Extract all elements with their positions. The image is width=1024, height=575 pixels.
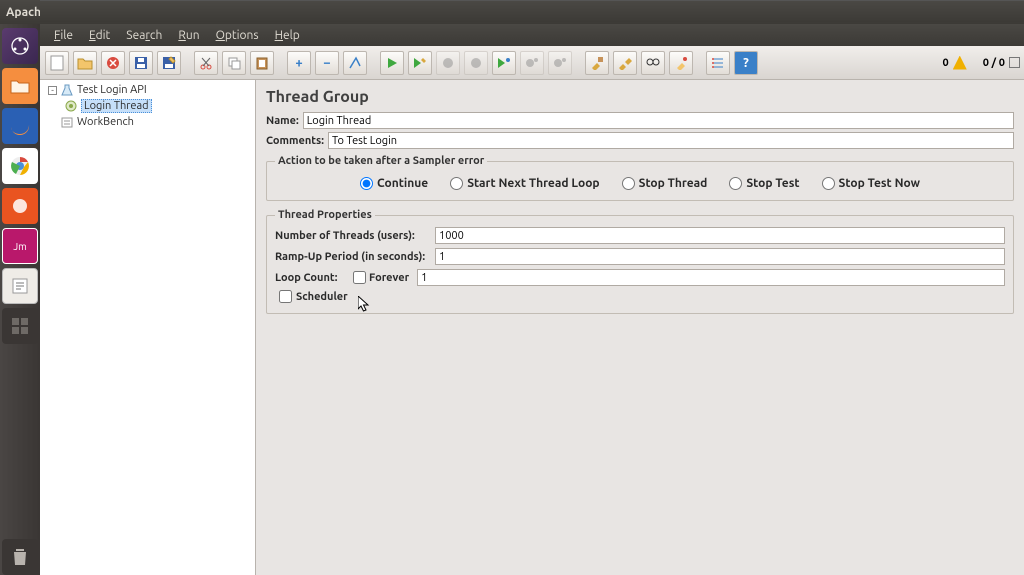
scheduler-checkbox[interactable]: Scheduler [279, 290, 1005, 303]
launcher-chrome[interactable] [2, 148, 38, 184]
close-button[interactable] [101, 51, 125, 75]
name-input[interactable] [303, 112, 1014, 129]
status-errors: 0 [943, 57, 949, 69]
menu-file[interactable]: FFileile [46, 27, 81, 44]
launcher-workspace[interactable] [2, 308, 38, 344]
remote-shutdown-button [548, 51, 572, 75]
comments-label: Comments: [266, 135, 324, 147]
menu-options[interactable]: Options [208, 27, 267, 44]
toolbar: + − ? 0 0 / 0 [40, 46, 1024, 80]
cut-button[interactable] [194, 51, 218, 75]
status-indicator-icon [1009, 57, 1020, 68]
loop-count-label: Loop Count: [275, 272, 353, 284]
collapse-button[interactable]: − [315, 51, 339, 75]
menubar: FFileile Edit Search Run Options Help [40, 24, 1024, 46]
shutdown-button [464, 51, 488, 75]
jmeter-window: FFileile Edit Search Run Options Help + … [40, 24, 1024, 575]
warning-icon [953, 56, 967, 70]
paste-button[interactable] [250, 51, 274, 75]
thread-properties-legend: Thread Properties [275, 209, 375, 221]
toggle-button[interactable] [343, 51, 367, 75]
status-threads: 0 / 0 [983, 57, 1005, 69]
name-label: Name: [266, 115, 299, 127]
open-button[interactable] [73, 51, 97, 75]
remote-start-button[interactable] [492, 51, 516, 75]
launcher-app1[interactable] [2, 188, 38, 224]
search-button[interactable] [641, 51, 665, 75]
workbench-icon [60, 115, 74, 129]
remote-stop-button [520, 51, 544, 75]
launcher-trash[interactable] [2, 539, 38, 575]
tree-toggle-icon[interactable]: - [48, 86, 57, 95]
radio-stop-now[interactable]: Stop Test Now [822, 177, 920, 190]
loop-count-input[interactable] [417, 269, 1005, 286]
expand-button[interactable]: + [287, 51, 311, 75]
launcher-firefox[interactable] [2, 108, 38, 144]
stop-button [436, 51, 460, 75]
function-helper-button[interactable] [706, 51, 730, 75]
run-button[interactable] [380, 51, 404, 75]
copy-button[interactable] [222, 51, 246, 75]
menu-run[interactable]: Run [170, 27, 207, 44]
launcher-text-editor[interactable] [2, 268, 38, 304]
sampler-error-legend: Action to be taken after a Sampler error [275, 155, 487, 167]
menu-edit[interactable]: Edit [81, 27, 118, 44]
num-threads-input[interactable] [435, 227, 1005, 244]
menu-bar-row [40, 0, 1024, 22]
tree-thread-group[interactable]: Login Thread [42, 98, 253, 114]
help-button[interactable]: ? [734, 51, 758, 75]
page-title: Thread Group [266, 88, 1014, 106]
launcher-files[interactable] [2, 68, 38, 104]
tree-workbench-label: WorkBench [77, 116, 134, 128]
save-button[interactable] [129, 51, 153, 75]
thread-properties-group: Thread Properties Number of Threads (use… [266, 209, 1014, 314]
tree-test-plan[interactable]: - Test Login API [42, 82, 253, 98]
comments-input[interactable] [328, 132, 1014, 149]
radio-stop-thread[interactable]: Stop Thread [622, 177, 708, 190]
thread-group-icon [64, 99, 78, 113]
ramp-up-label: Ramp-Up Period (in seconds): [275, 251, 435, 263]
content-split: - Test Login API Login Thread WorkBench … [40, 80, 1024, 575]
sampler-error-group: Action to be taken after a Sampler error… [266, 155, 1014, 201]
tree-root-label: Test Login API [77, 84, 147, 96]
test-plan-tree[interactable]: - Test Login API Login Thread WorkBench [40, 80, 256, 575]
ramp-up-input[interactable] [435, 248, 1005, 265]
tree-workbench[interactable]: WorkBench [42, 114, 253, 130]
num-threads-label: Number of Threads (users): [275, 230, 435, 242]
radio-start-next[interactable]: Start Next Thread Loop [450, 177, 599, 190]
run-no-pause-button[interactable] [408, 51, 432, 75]
launcher-jmeter[interactable]: Jm [2, 228, 38, 264]
launcher-dash[interactable] [2, 28, 38, 64]
flask-icon [60, 83, 74, 97]
menu-help[interactable]: Help [267, 27, 308, 44]
radio-stop-test[interactable]: Stop Test [729, 177, 799, 190]
menu-search[interactable]: Search [118, 27, 170, 44]
forever-checkbox[interactable]: Forever [353, 271, 409, 284]
tree-thread-label: Login Thread [81, 99, 152, 113]
unity-launcher: Jm [0, 24, 40, 575]
new-button[interactable] [45, 51, 69, 75]
save-as-button[interactable] [157, 51, 181, 75]
reset-search-button[interactable] [669, 51, 693, 75]
clear-button[interactable] [585, 51, 609, 75]
radio-continue[interactable]: Continue [360, 177, 428, 190]
clear-all-button[interactable] [613, 51, 637, 75]
editor-panel: Thread Group Name: Comments: Action to b… [256, 80, 1024, 575]
